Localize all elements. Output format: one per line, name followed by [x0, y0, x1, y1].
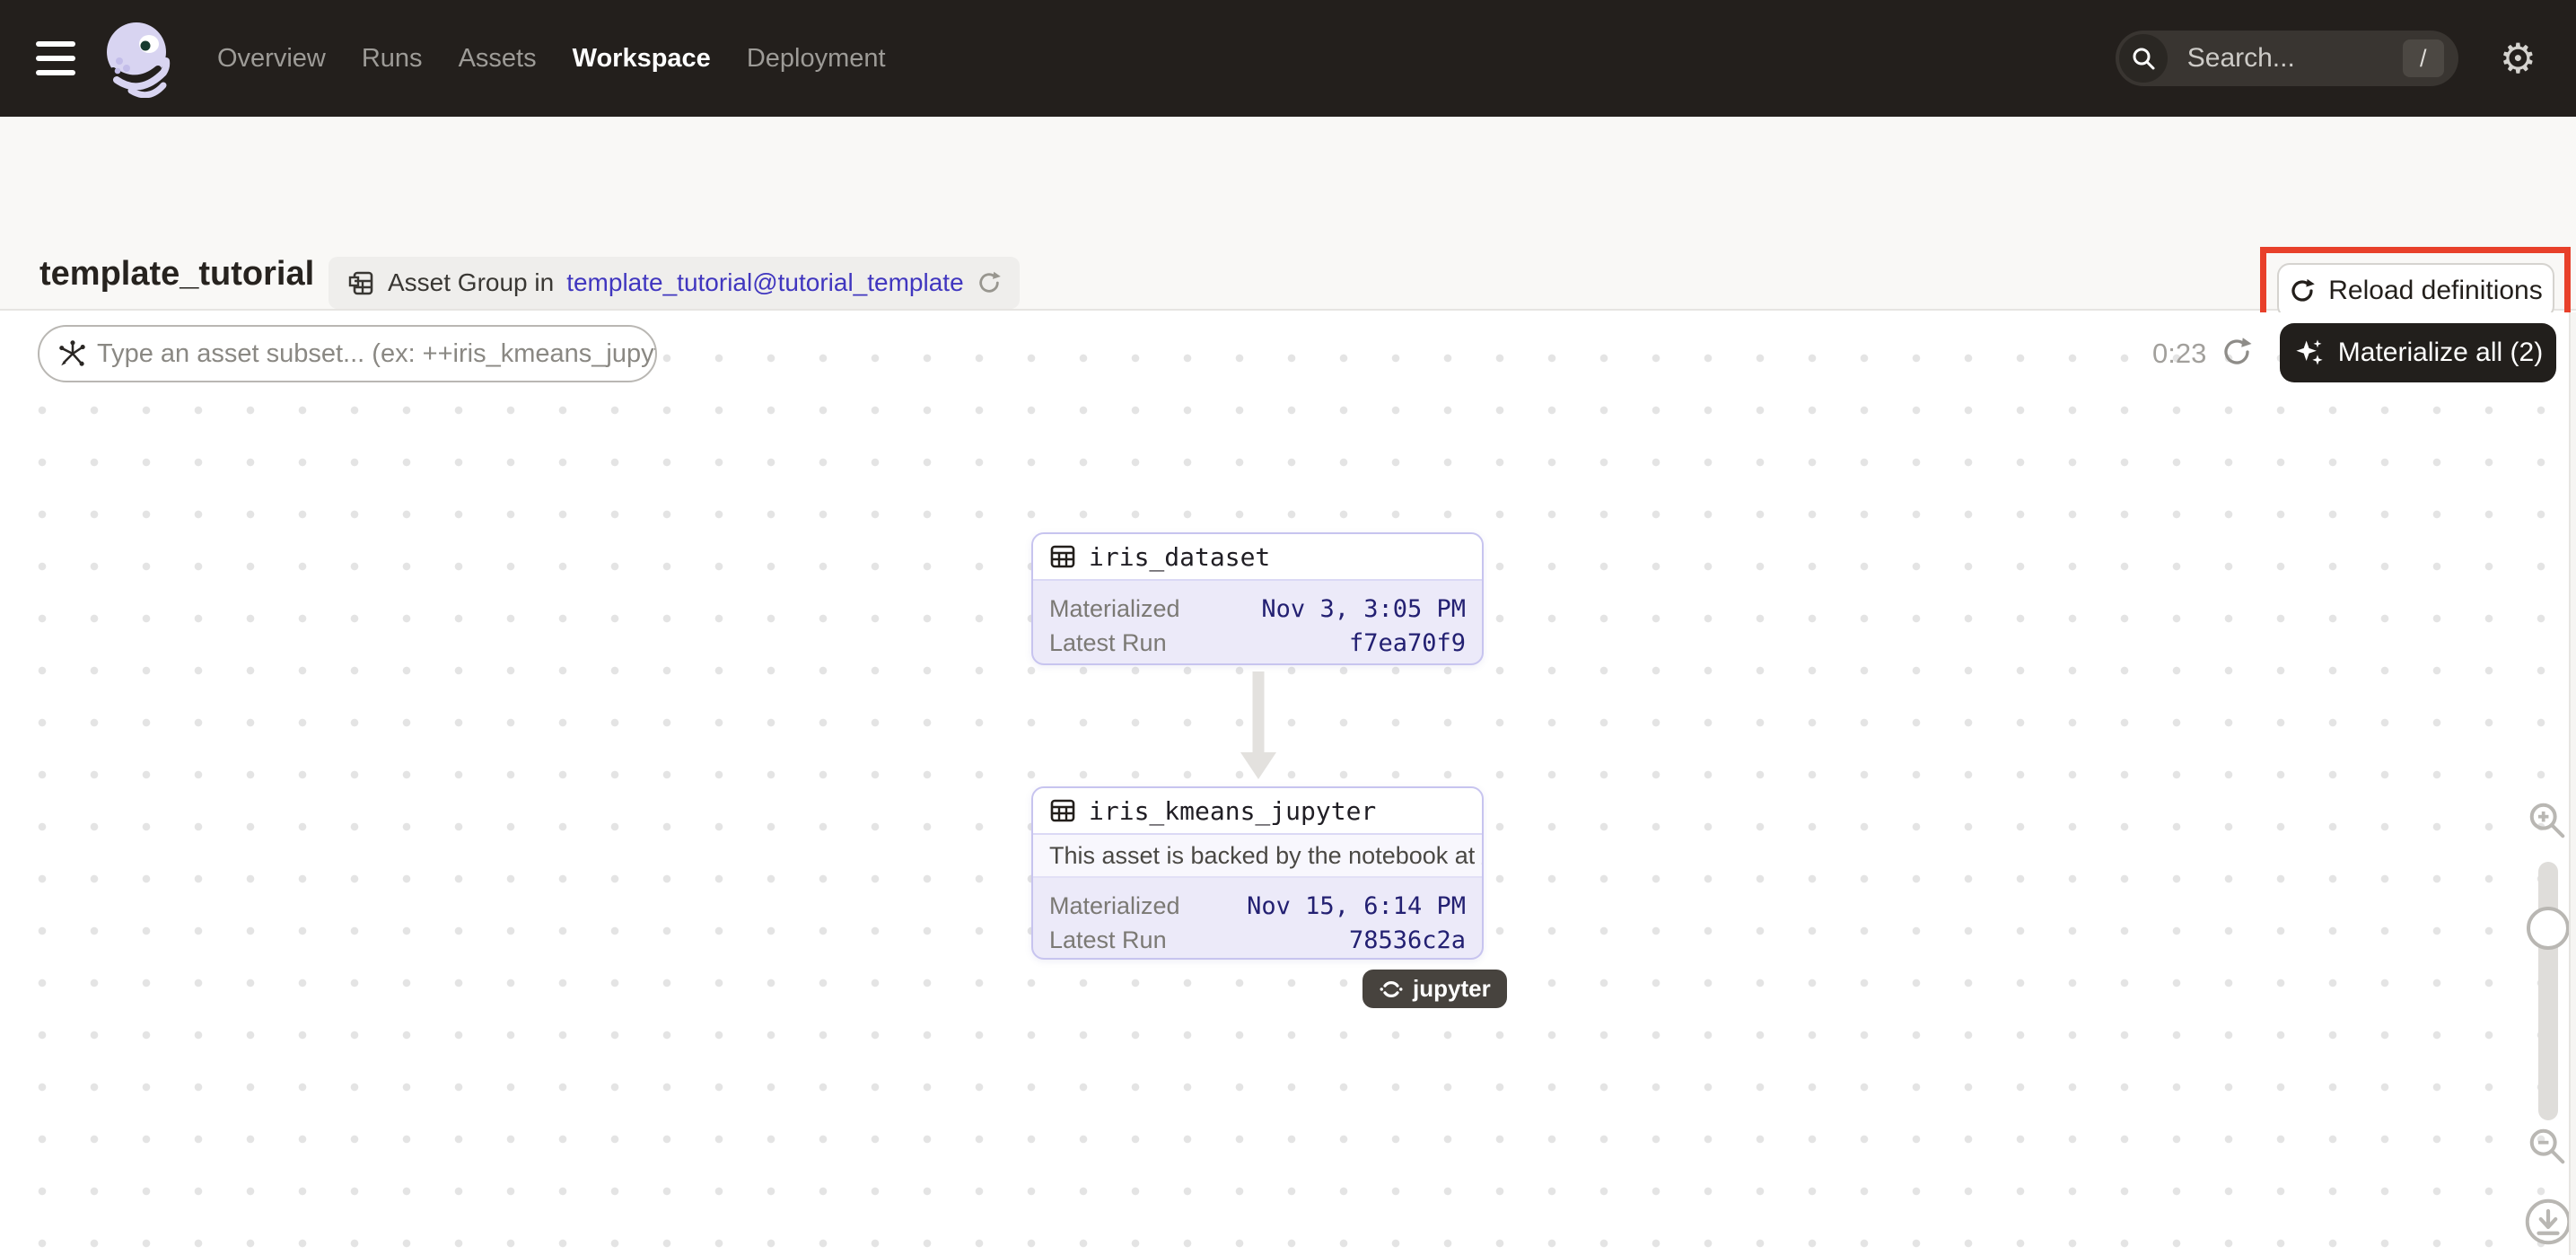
search-input[interactable]: Search... /	[2116, 31, 2458, 86]
reload-definitions-label: Reload definitions	[2328, 276, 2543, 306]
materialized-row: Materialized Nov 3, 3:05 PM	[1049, 592, 1466, 626]
latest-run-value[interactable]: f7ea70f9	[1349, 629, 1466, 657]
settings-gear-icon[interactable]: ⚙	[2500, 38, 2537, 79]
refresh-timer: 0:23	[2152, 338, 2206, 370]
asset-subset-filter[interactable]	[38, 325, 657, 382]
top-navigation-bar: Overview Runs Assets Workspace Deploymen…	[0, 0, 2576, 117]
table-icon	[1049, 797, 1076, 824]
lineage-canvas[interactable]: 0:23 Materialize all (2) iris_dataset Ma	[0, 312, 2576, 1255]
reload-definitions-button[interactable]: Reload definitions	[2277, 263, 2554, 319]
materialize-all-label: Materialize all (2)	[2338, 338, 2543, 368]
latest-run-row: Latest Run 78536c2a	[1049, 923, 1466, 957]
latest-run-label: Latest Run	[1049, 629, 1167, 657]
download-view-icon[interactable]	[2524, 1198, 2572, 1246]
lineage-edge-arrow	[1240, 671, 1277, 781]
asset-node-iris-dataset[interactable]: iris_dataset Materialized Nov 3, 3:05 PM…	[1031, 532, 1484, 665]
dagster-logo-icon[interactable]	[99, 19, 176, 98]
materialize-all-button[interactable]: Materialize all (2)	[2280, 323, 2556, 382]
materialized-value[interactable]: Nov 3, 3:05 PM	[1261, 595, 1466, 623]
materialized-label: Materialized	[1049, 595, 1180, 623]
asset-title: iris_dataset	[1089, 542, 1270, 572]
kind-tag-label: jupyter	[1413, 975, 1491, 1003]
asset-group-label: Asset Group in	[388, 268, 554, 297]
nav-item-workspace[interactable]: Workspace	[573, 44, 711, 74]
asset-title: iris_kmeans_jupyter	[1089, 796, 1376, 826]
menu-hamburger-icon[interactable]	[36, 41, 75, 75]
zoom-in-icon[interactable]	[2527, 800, 2568, 841]
asset-description: This asset is backed by the notebook at …	[1033, 835, 1482, 878]
compute-kind-tag-jupyter[interactable]: jupyter	[1362, 970, 1507, 1008]
search-placeholder: Search...	[2187, 43, 2295, 74]
zoom-slider-track[interactable]	[2538, 862, 2558, 1120]
page-header: template_tutorial Asset Group in templat…	[0, 117, 2576, 311]
nav-item-runs[interactable]: Runs	[362, 44, 423, 74]
latest-run-row: Latest Run f7ea70f9	[1049, 626, 1466, 660]
materialized-row: Materialized Nov 15, 6:14 PM	[1049, 889, 1466, 923]
asset-node-iris-kmeans-jupyter[interactable]: iris_kmeans_jupyter This asset is backed…	[1031, 786, 1484, 960]
jupyter-kind-icon	[1379, 977, 1404, 1002]
zoom-out-icon[interactable]	[2527, 1126, 2568, 1167]
table-icon	[1049, 543, 1076, 570]
reload-icon	[2289, 277, 2316, 304]
search-shortcut-badge: /	[2403, 39, 2444, 77]
asset-graph-filter-icon	[57, 338, 88, 369]
nav-item-assets[interactable]: Assets	[459, 44, 537, 74]
latest-run-value[interactable]: 78536c2a	[1349, 926, 1466, 954]
sparkle-icon	[2293, 337, 2326, 369]
nav-item-overview[interactable]: Overview	[217, 44, 326, 74]
latest-run-label: Latest Run	[1049, 926, 1167, 954]
asset-subset-input[interactable]	[97, 339, 655, 369]
scrollbar-gutter[interactable]	[2569, 312, 2576, 1255]
primary-nav: Overview Runs Assets Workspace Deploymen…	[217, 44, 886, 74]
asset-group-breadcrumb: Asset Group in template_tutorial@tutoria…	[329, 257, 1020, 309]
page-title: template_tutorial	[39, 255, 314, 294]
asset-group-link[interactable]: template_tutorial@tutorial_template	[566, 268, 963, 297]
materialized-label: Materialized	[1049, 892, 1180, 920]
materialized-value[interactable]: Nov 15, 6:14 PM	[1247, 892, 1466, 920]
graph-refresh-icon[interactable]	[2221, 336, 2253, 368]
nav-item-deployment[interactable]: Deployment	[747, 44, 886, 74]
refresh-icon[interactable]	[977, 270, 1002, 295]
asset-group-icon	[346, 268, 375, 297]
zoom-slider-knob[interactable]	[2527, 907, 2570, 950]
search-icon	[2119, 34, 2168, 83]
